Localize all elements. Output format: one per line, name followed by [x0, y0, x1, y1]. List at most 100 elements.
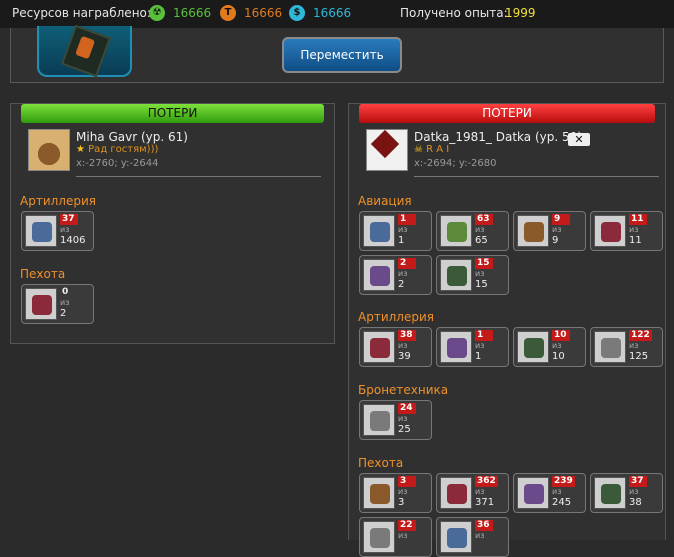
unit-icon: [440, 215, 472, 247]
of-label: из: [475, 487, 485, 496]
unit-card[interactable]: 63 из 65: [436, 211, 509, 251]
section-title: Артиллерия: [20, 194, 96, 208]
unit-card[interactable]: 15 из 15: [436, 255, 509, 295]
lost-count: 22: [398, 520, 416, 531]
move-button[interactable]: Переместить: [282, 37, 402, 73]
top-bar: Ресурсов награблено: ☢ 16666 T 16666 $ 1…: [0, 0, 674, 28]
of-label: из: [552, 341, 562, 350]
unit-icon: [363, 477, 395, 509]
lost-count: 15: [475, 258, 493, 269]
unit-card[interactable]: 239 из 245: [513, 473, 586, 513]
lost-count: 24: [398, 403, 416, 414]
radiation-icon: ☢: [149, 5, 165, 21]
credits-icon: $: [289, 5, 305, 21]
of-label: из: [475, 341, 485, 350]
unit-card[interactable]: 24 из 25: [359, 400, 432, 440]
total-count: 65: [475, 235, 488, 246]
unit-icon: [594, 477, 626, 509]
unit-icon: [363, 259, 395, 291]
unit-icon: [517, 331, 549, 363]
unit-portrait: [37, 24, 132, 78]
experience-value: 1999: [505, 6, 536, 20]
unit-card[interactable]: 0 из 2: [21, 284, 94, 324]
unit-card[interactable]: 1 из 1: [359, 211, 432, 251]
of-label: из: [398, 269, 408, 278]
lost-count: 239: [552, 476, 575, 487]
section-title: Авиация: [358, 194, 412, 208]
total-count: 25: [398, 424, 411, 435]
unit-card[interactable]: 11 из 11: [590, 211, 663, 251]
total-count: 1: [398, 235, 405, 246]
total-count: 125: [629, 351, 649, 362]
unit-card[interactable]: 362 из 371: [436, 473, 509, 513]
unit-card[interactable]: 36 из: [436, 517, 509, 557]
unit-card[interactable]: 10 из 10: [513, 327, 586, 367]
lost-count: 1: [475, 330, 493, 341]
player-avatar[interactable]: [366, 129, 408, 171]
of-label: из: [398, 531, 408, 540]
total-count: 371: [475, 497, 495, 508]
section-title: Пехота: [358, 456, 404, 470]
unit-card[interactable]: 122 из 125: [590, 327, 663, 367]
of-label: из: [552, 487, 562, 496]
total-count: 245: [552, 497, 572, 508]
close-icon[interactable]: ✕: [568, 133, 590, 146]
lost-count: 0: [62, 287, 69, 297]
unit-icon: [25, 288, 57, 320]
player-coords[interactable]: x:-2760; y:-2644: [76, 158, 159, 169]
total-count: 3: [398, 497, 405, 508]
of-label: из: [475, 225, 485, 234]
defender-losses-panel: ПОТЕРИ Datka_1981_ Datka (ур. 50) ☠ R A …: [348, 103, 666, 557]
lost-count: 2: [398, 258, 416, 269]
of-label: из: [629, 487, 639, 496]
resources-label: Ресурсов награблено:: [12, 6, 151, 20]
total-count: 1406: [60, 235, 86, 246]
total-count: 15: [475, 279, 488, 290]
of-label: из: [629, 341, 639, 350]
resource-value-2: 16666: [244, 6, 283, 20]
unit-icon: [363, 521, 395, 553]
lost-count: 36: [475, 520, 493, 531]
of-label: из: [475, 531, 485, 540]
lost-count: 9: [552, 214, 570, 225]
of-label: из: [629, 225, 639, 234]
unit-card[interactable]: 38 из 39: [359, 327, 432, 367]
unit-icon: [25, 215, 57, 247]
player-avatar[interactable]: [28, 129, 70, 171]
total-count: 1: [475, 351, 482, 362]
total-count: 2: [398, 279, 405, 290]
total-count: 2: [60, 308, 67, 319]
unit-icon: [440, 331, 472, 363]
unit-card[interactable]: 1 из 1: [436, 327, 509, 367]
unit-card[interactable]: 37 из 38: [590, 473, 663, 513]
unit-card[interactable]: 37 из 1406: [21, 211, 94, 251]
lost-count: 10: [552, 330, 570, 341]
unit-card[interactable]: 3 из 3: [359, 473, 432, 513]
section-title: Пехота: [20, 267, 66, 281]
unit-card[interactable]: 9 из 9: [513, 211, 586, 251]
of-label: из: [552, 225, 562, 234]
of-label: из: [398, 487, 408, 496]
lost-count: 38: [398, 330, 416, 341]
unit-icon: [440, 477, 472, 509]
total-count: 10: [552, 351, 565, 362]
total-count: 11: [629, 235, 642, 246]
divider: [76, 176, 321, 177]
player-info: Datka_1981_ Datka (ур. 50) ☠ R A I x:-26…: [366, 129, 656, 179]
unit-icon: [363, 215, 395, 247]
lost-count: 37: [60, 214, 78, 225]
unit-icon: [363, 331, 395, 363]
player-guild[interactable]: ☠ R A I: [414, 144, 449, 155]
of-label: из: [475, 269, 485, 278]
player-guild[interactable]: ★ Рад гостям))): [76, 144, 158, 155]
unit-card[interactable]: 22 из: [359, 517, 432, 557]
of-label: из: [60, 298, 70, 307]
player-coords[interactable]: x:-2694; y:-2680: [414, 158, 497, 169]
player-name[interactable]: Datka_1981_ Datka (ур. 50): [414, 130, 582, 144]
unit-icon: [594, 215, 626, 247]
unit-icon: [363, 404, 395, 436]
lost-count: 3: [398, 476, 416, 487]
unit-card[interactable]: 2 из 2: [359, 255, 432, 295]
lost-count: 37: [629, 476, 647, 487]
player-name[interactable]: Miha Gavr (ур. 61): [76, 130, 188, 144]
